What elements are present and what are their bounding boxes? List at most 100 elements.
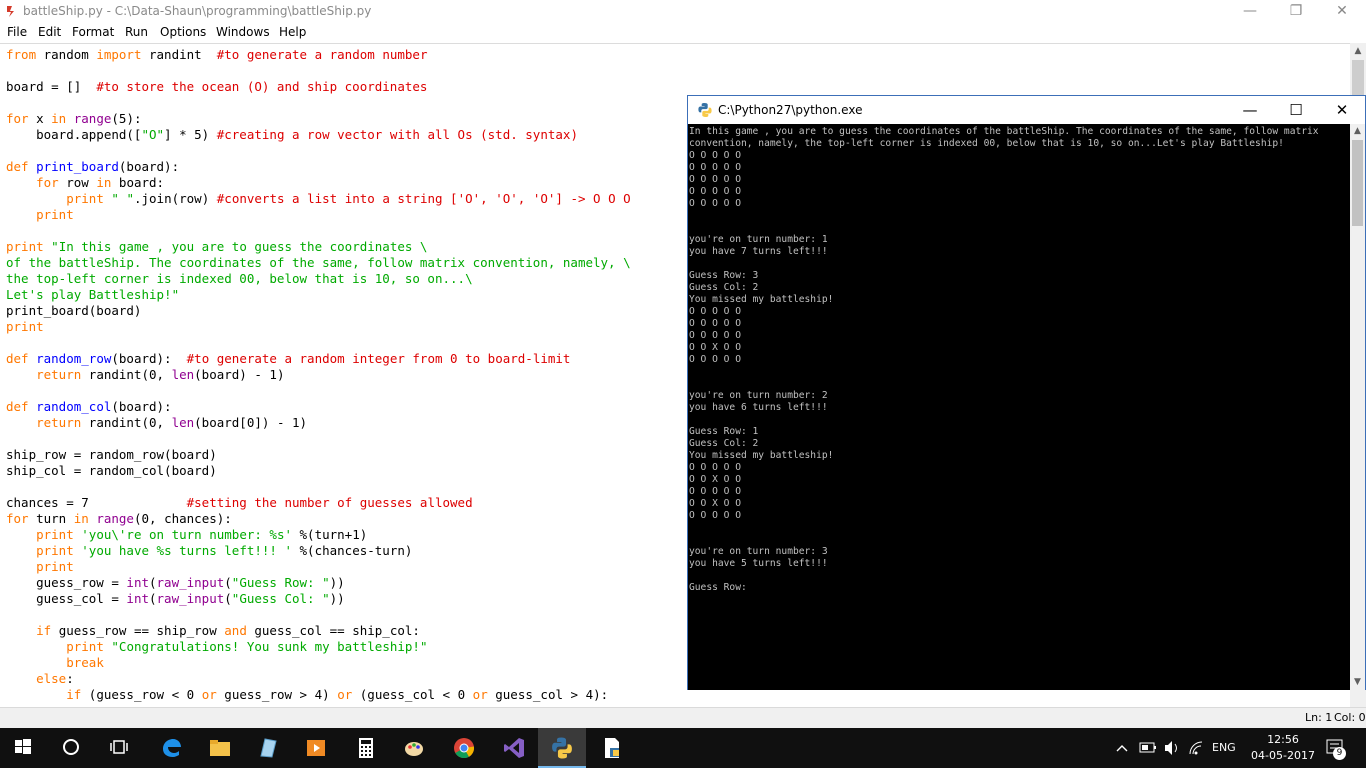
code-line[interactable]: guess_col = int(raw_input("Guess Col: ")…: [6, 591, 631, 607]
wifi-icon: [1189, 741, 1203, 755]
close-button[interactable]: ✕: [1319, 0, 1365, 23]
console-line: Guess Row: 3: [689, 270, 759, 281]
code-line[interactable]: ship_row = random_row(board): [6, 447, 631, 463]
scroll-up-icon[interactable]: ▲: [1350, 43, 1366, 59]
console-line: O O O O O: [689, 354, 741, 365]
task-view-button[interactable]: [96, 728, 144, 768]
code-line[interactable]: print 'you\'re on turn number: %s' %(tur…: [6, 527, 631, 543]
restore-button[interactable]: ❐: [1273, 0, 1319, 23]
console-maximize-button[interactable]: ☐: [1273, 96, 1319, 124]
console-line: O O X O O: [689, 342, 741, 353]
code-line[interactable]: print 'you have %s turns left!!! ' %(cha…: [6, 543, 631, 559]
code-line[interactable]: [6, 335, 631, 351]
code-line[interactable]: def print_board(board):: [6, 159, 631, 175]
idle-taskbar-button[interactable]: [588, 728, 636, 768]
idle-app-icon: [7, 6, 14, 17]
clock-date[interactable]: 04-05-2017: [1245, 749, 1321, 762]
action-center-button[interactable]: 9: [1322, 728, 1352, 768]
code-line[interactable]: [6, 143, 631, 159]
console-titlebar[interactable]: C:\Python27\python.exe — ☐ ✕: [688, 96, 1365, 124]
code-line[interactable]: board.append(["O"] * 5) #creating a row …: [6, 127, 631, 143]
console-line: In this game , you are to guess the coor…: [689, 126, 1319, 137]
tray-overflow-button[interactable]: [1114, 728, 1130, 768]
code-line[interactable]: [6, 479, 631, 495]
code-line[interactable]: def random_row(board): #to generate a ra…: [6, 351, 631, 367]
edge-button[interactable]: [148, 728, 196, 768]
notification-count-badge: 9: [1333, 747, 1346, 760]
console-line: O O O O O: [689, 198, 741, 209]
code-line[interactable]: print: [6, 319, 631, 335]
menu-format[interactable]: Format: [72, 25, 114, 39]
code-line[interactable]: [6, 223, 631, 239]
calculator-button[interactable]: [342, 728, 390, 768]
code-line[interactable]: print " ".join(row) #converts a list int…: [6, 191, 630, 207]
menu-options[interactable]: Options: [160, 25, 206, 39]
idle-titlebar[interactable]: battleShip.py - C:\Data-Shaun\programmin…: [0, 0, 1366, 23]
code-line[interactable]: of the battleShip. The coordinates of th…: [6, 255, 631, 271]
code-line[interactable]: [6, 63, 631, 79]
console-line: Guess Col: 2: [689, 438, 759, 449]
code-line[interactable]: break: [6, 655, 631, 671]
idle-file-icon: [605, 738, 619, 758]
code-line[interactable]: return randint(0, len(board[0]) - 1): [6, 415, 631, 431]
code-line[interactable]: for row in board:: [6, 175, 631, 191]
language-indicator[interactable]: ENG: [1212, 741, 1236, 754]
console-scroll-up-icon[interactable]: ▲: [1350, 124, 1365, 139]
code-line[interactable]: chances = 7 #setting the number of guess…: [6, 495, 631, 511]
menu-help[interactable]: Help: [279, 25, 306, 39]
code-line[interactable]: board = [] #to store the ocean (O) and s…: [6, 79, 631, 95]
console-minimize-button[interactable]: —: [1227, 96, 1273, 124]
console-scroll-down-icon[interactable]: ▼: [1350, 675, 1365, 690]
console-line: O O O O O: [689, 306, 741, 317]
volume-status[interactable]: [1162, 728, 1182, 768]
console-line: you're on turn number: 3: [689, 546, 828, 557]
code-line[interactable]: print: [6, 207, 631, 223]
code-line[interactable]: return randint(0, len(board) - 1): [6, 367, 631, 383]
chrome-icon: [454, 738, 475, 759]
battery-status[interactable]: [1138, 728, 1158, 768]
code-line[interactable]: [6, 431, 631, 447]
notepad-button[interactable]: [244, 728, 292, 768]
code-line[interactable]: Let's play Battleship!": [6, 287, 631, 303]
menu-run[interactable]: Run: [125, 25, 148, 39]
paint-button[interactable]: [390, 728, 438, 768]
code-line[interactable]: print: [6, 559, 631, 575]
column-number: Col: 0: [1334, 711, 1366, 724]
wifi-status[interactable]: [1186, 728, 1206, 768]
cortana-button[interactable]: [48, 728, 96, 768]
code-line[interactable]: def random_col(board):: [6, 399, 631, 415]
python-taskbar-button[interactable]: [538, 728, 586, 768]
console-line: you're on turn number: 1: [689, 234, 828, 245]
code-line[interactable]: [6, 95, 631, 111]
menu-windows[interactable]: Windows: [216, 25, 270, 39]
code-line[interactable]: print_board(board): [6, 303, 631, 319]
code-line[interactable]: print "In this game , you are to guess t…: [6, 239, 631, 255]
console-scrollbar[interactable]: ▲ ▼: [1350, 124, 1365, 690]
code-line[interactable]: [6, 607, 631, 623]
code-line[interactable]: for x in range(5):: [6, 111, 631, 127]
code-text[interactable]: from random import randint #to generate …: [6, 47, 631, 703]
code-line[interactable]: guess_row = int(raw_input("Guess Row: ")…: [6, 575, 631, 591]
start-button[interactable]: [0, 728, 48, 768]
media-player-button[interactable]: [292, 728, 340, 768]
code-line[interactable]: ship_col = random_col(board): [6, 463, 631, 479]
console-scrollbar-thumb[interactable]: [1352, 140, 1363, 226]
code-line[interactable]: if guess_row == ship_row and guess_col =…: [6, 623, 631, 639]
code-line[interactable]: the top-left corner is indexed 00, below…: [6, 271, 631, 287]
code-line[interactable]: for turn in range(0, chances):: [6, 511, 631, 527]
code-line[interactable]: [6, 383, 631, 399]
code-line[interactable]: else:: [6, 671, 631, 687]
file-explorer-button[interactable]: [196, 728, 244, 768]
notepad-icon: [260, 738, 277, 758]
chrome-button[interactable]: [440, 728, 488, 768]
console-output[interactable]: In this game , you are to guess the coor…: [688, 124, 1350, 690]
code-line[interactable]: print "Congratulations! You sunk my batt…: [6, 639, 631, 655]
clock-time[interactable]: 12:56: [1258, 733, 1308, 746]
menu-file[interactable]: File: [7, 25, 27, 39]
code-line[interactable]: from random import randint #to generate …: [6, 47, 631, 63]
code-line[interactable]: if (guess_row < 0 or guess_row > 4) or (…: [6, 687, 631, 703]
menu-edit[interactable]: Edit: [38, 25, 61, 39]
minimize-button[interactable]: —: [1227, 0, 1273, 23]
visual-studio-button[interactable]: [490, 728, 538, 768]
console-close-button[interactable]: ✕: [1319, 96, 1365, 124]
